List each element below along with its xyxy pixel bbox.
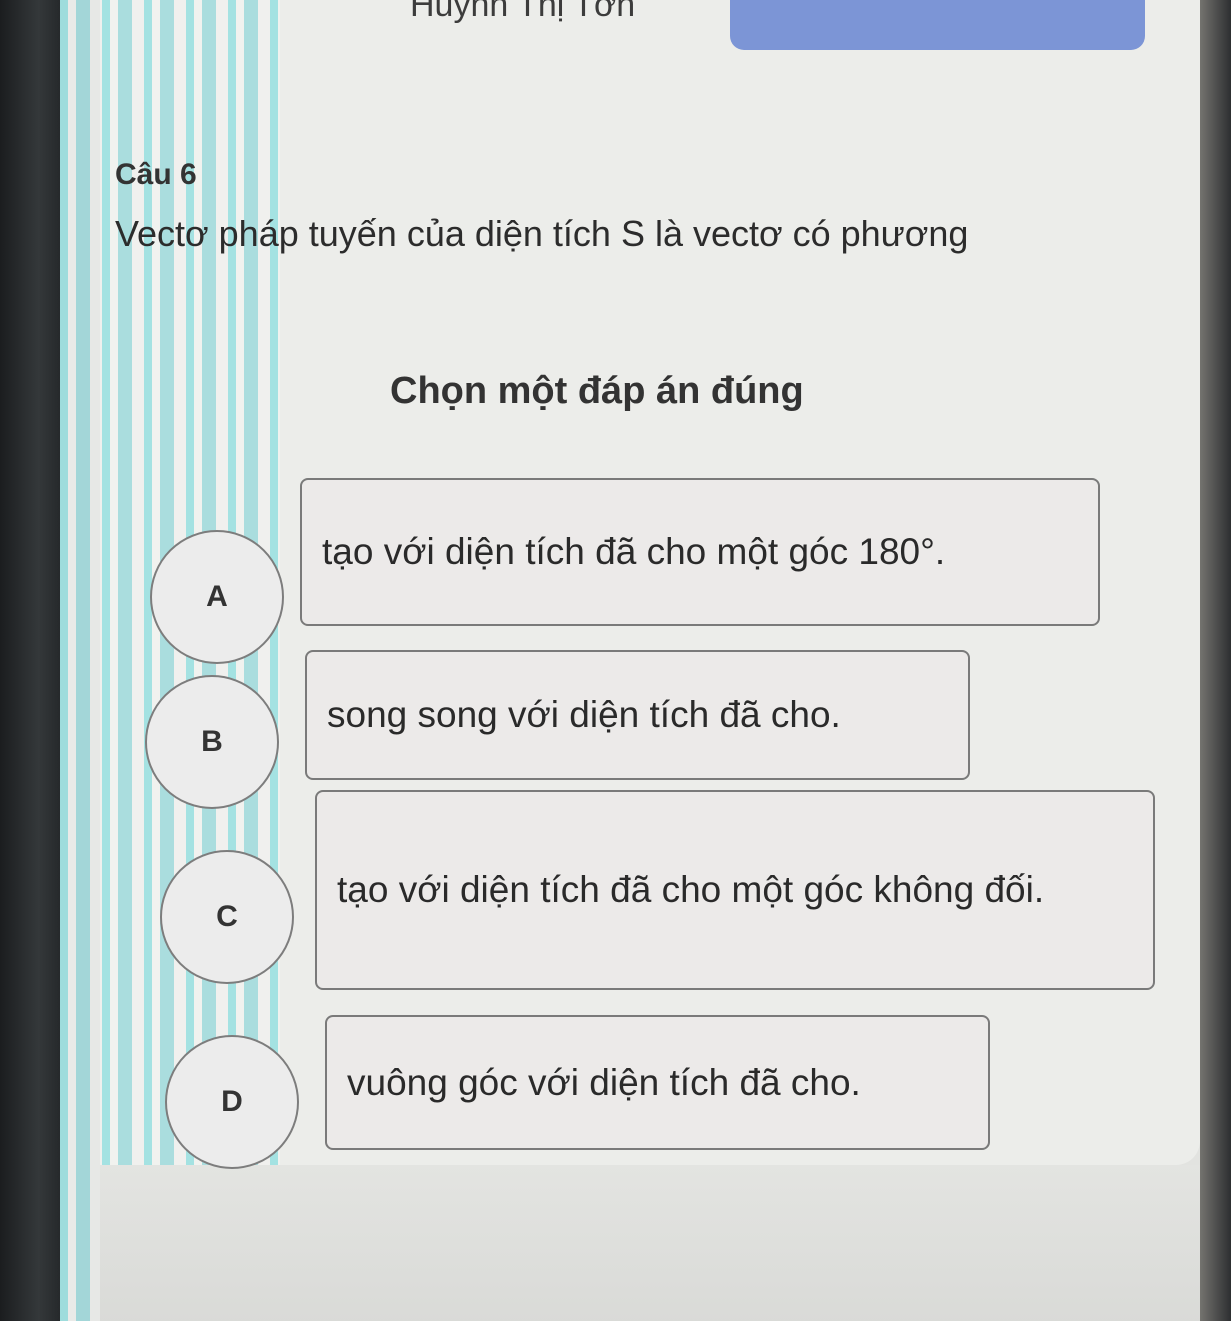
user-name: Huỳnh Thị Tơn — [410, 0, 636, 24]
header-bar — [730, 0, 1145, 50]
option-b-radio[interactable]: B — [145, 675, 279, 809]
option-b-button[interactable]: song song với diện tích đã cho. — [305, 650, 970, 780]
instruction-text: Chọn một đáp án đúng — [390, 370, 804, 412]
question-number: Câu 6 — [115, 158, 197, 191]
option-a-radio[interactable]: A — [150, 530, 284, 664]
option-c-label: tạo với diện tích đã cho một góc không đ… — [337, 869, 1045, 910]
option-c-button[interactable]: tạo với diện tích đã cho một góc không đ… — [315, 790, 1155, 990]
option-b-letter: B — [201, 725, 223, 758]
option-c-radio[interactable]: C — [160, 850, 294, 984]
option-a-button[interactable]: tạo với diện tích đã cho một góc 180°. — [300, 478, 1100, 626]
option-d-radio[interactable]: D — [165, 1035, 299, 1169]
option-c-letter: C — [216, 900, 238, 933]
card-bottom-area — [100, 1165, 1200, 1321]
option-b-label: song song với diện tích đã cho. — [327, 694, 841, 735]
option-d-button[interactable]: vuông góc với diện tích đã cho. — [325, 1015, 990, 1150]
question-text: Vectơ pháp tuyến của diện tích S là vect… — [115, 213, 969, 254]
option-a-letter: A — [206, 580, 228, 613]
option-d-letter: D — [221, 1085, 243, 1118]
screen: Huỳnh Thị Tơn Câu 6 Vectơ pháp tuyến của… — [60, 0, 1200, 1321]
option-d-label: vuông góc với diện tích đã cho. — [347, 1061, 861, 1103]
option-a-label: tạo với diện tích đã cho một góc 180°. — [322, 531, 946, 572]
